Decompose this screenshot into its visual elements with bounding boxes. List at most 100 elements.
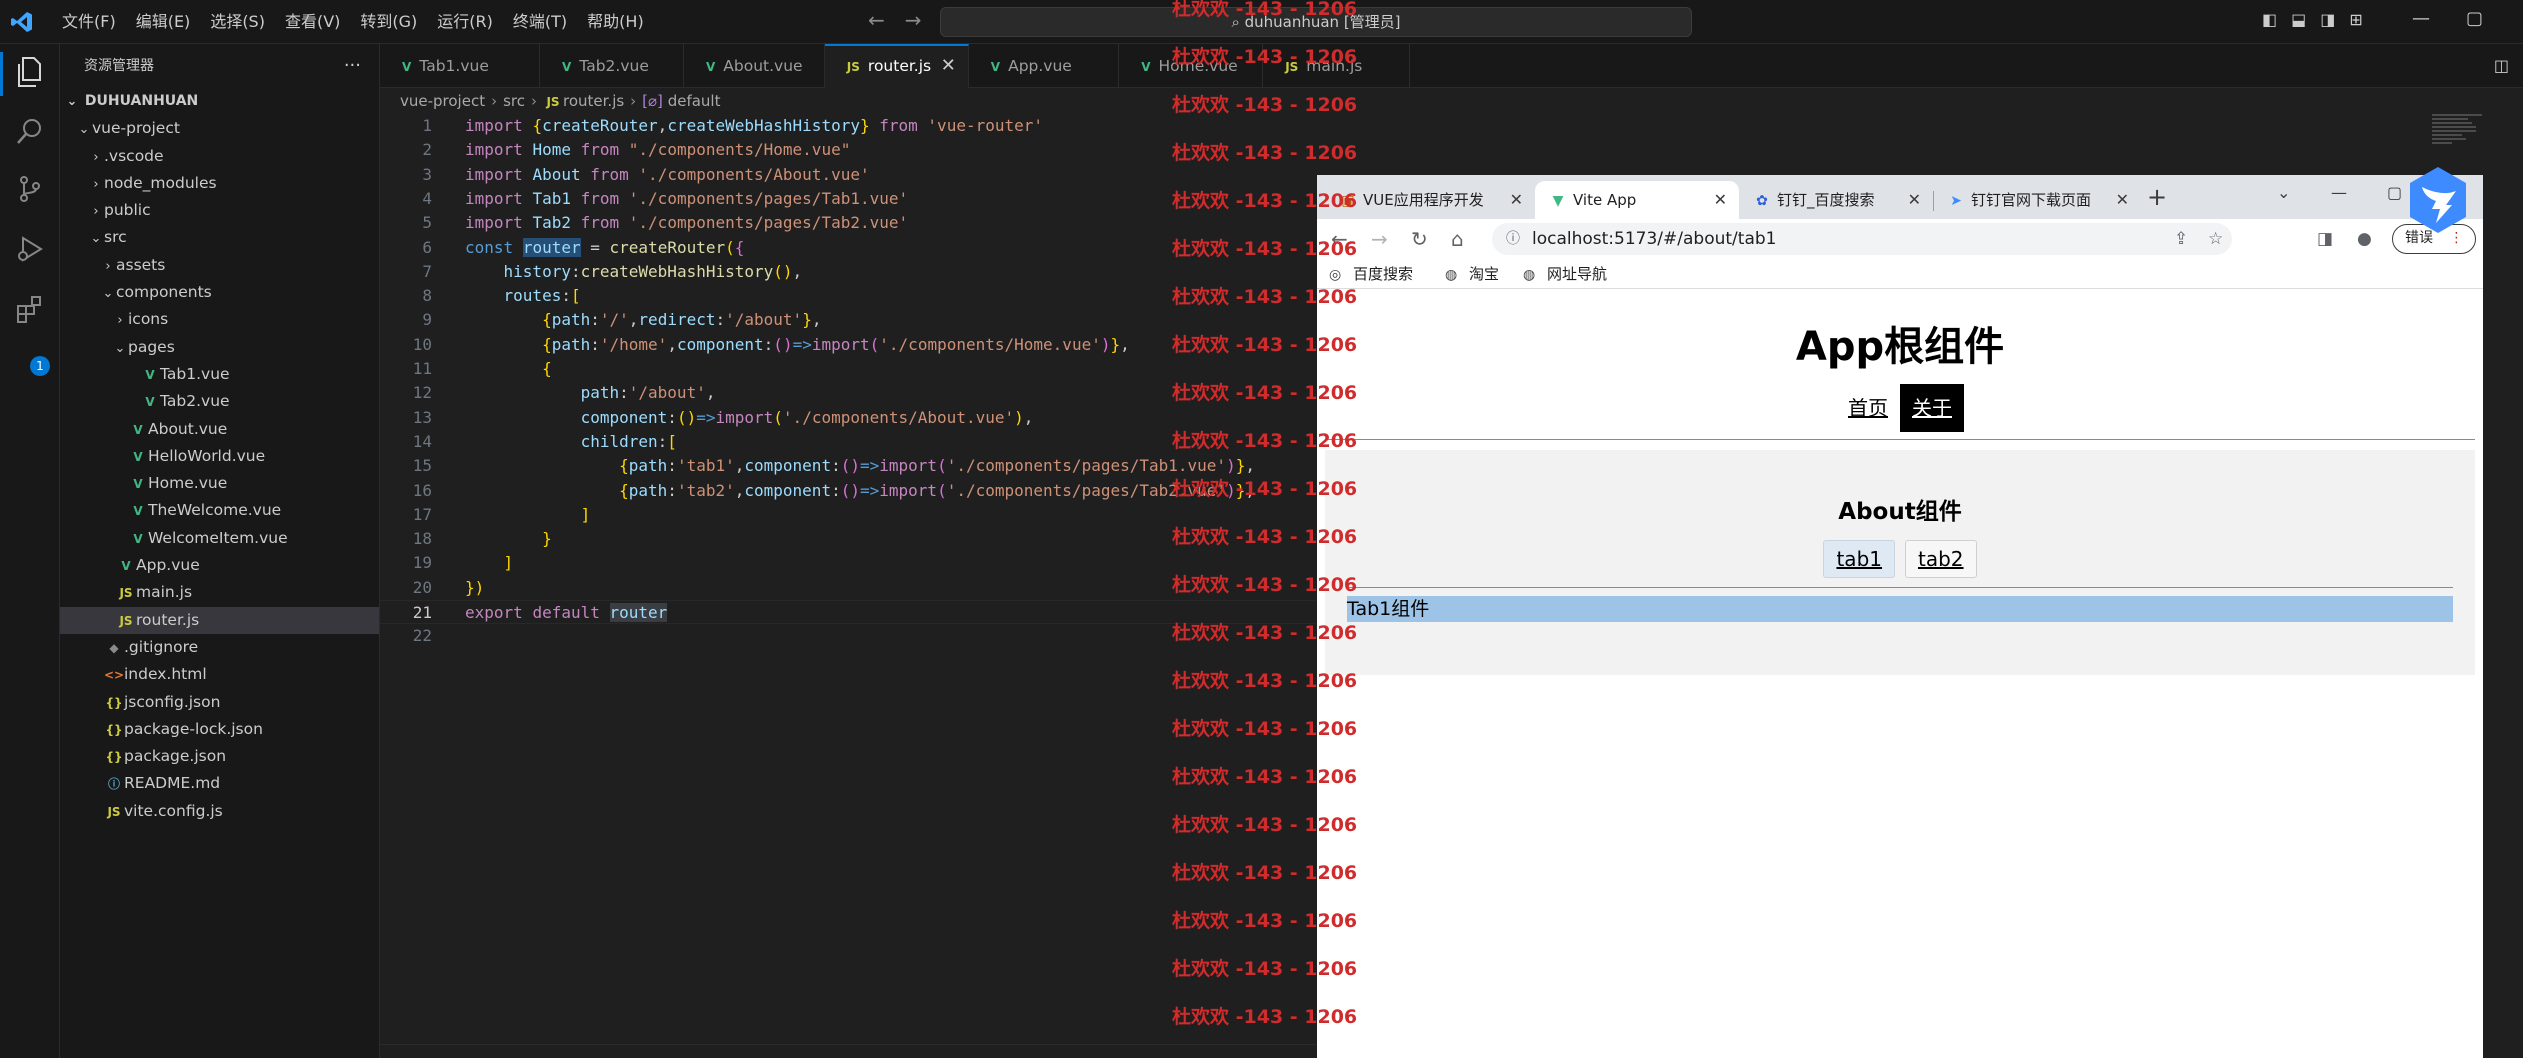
minimize-window-icon[interactable]: — [2412, 8, 2430, 29]
menu-item[interactable]: 选择(S) [200, 0, 275, 44]
share-icon[interactable]: ⇪ [2174, 223, 2188, 255]
menu-item[interactable]: 转到(G) [350, 0, 427, 44]
forward-arrow-icon[interactable]: → [905, 8, 922, 32]
browser-maximize-icon[interactable]: ▢ [2387, 183, 2402, 202]
profile-avatar-icon[interactable]: ● [2357, 229, 2372, 249]
source-control-icon[interactable] [14, 174, 46, 206]
line-number: 5 [422, 213, 432, 233]
extensions-icon[interactable] [14, 294, 46, 326]
tree-folder[interactable]: ⌄ pages [60, 334, 379, 361]
tree-file[interactable]: JS main.js [60, 579, 379, 606]
browser-tab[interactable]: ✿ 钉钉_百度搜索 ✕ [1739, 181, 1933, 219]
explorer-files-icon[interactable] [14, 56, 46, 88]
editor-tab[interactable]: V App.vue [969, 44, 1120, 88]
tree-file[interactable]: V Home.vue [60, 470, 379, 497]
run-debug-icon[interactable] [14, 234, 46, 266]
tree-file[interactable]: V Tab1.vue [60, 361, 379, 388]
editor-tab[interactable]: V Tab2.vue [540, 44, 684, 88]
maximize-window-icon[interactable]: ▢ [2466, 8, 2483, 29]
browser-tab[interactable]: ▼ Vite App ✕ [1535, 181, 1739, 219]
dingtalk-float-icon[interactable] [2406, 165, 2470, 235]
breadcrumb-item[interactable]: vue-project [400, 92, 485, 110]
reload-icon[interactable]: ↻ [1411, 227, 1428, 251]
browser-tab[interactable]: ➤ 钉钉官网下载页面 ✕ [1933, 181, 2141, 219]
side-panel-icon[interactable]: ◨ [2317, 229, 2333, 249]
code-text: {path:'/',redirect:'/about'}, [542, 310, 822, 330]
tree-file[interactable]: <>index.html [60, 661, 379, 688]
tree-file[interactable]: JS router.js [60, 606, 379, 634]
editor-tab[interactable]: V About.vue [684, 44, 825, 88]
code-line[interactable]: 7 history:createWebHashHistory(), [380, 260, 1320, 284]
more-actions-icon[interactable]: ··· [344, 44, 361, 88]
breadcrumb-item[interactable]: router.js [563, 92, 624, 110]
code-line[interactable]: 5 import Tab2 from './components/pages/Ta… [380, 211, 1320, 235]
tree-folder[interactable]: › assets [60, 252, 379, 279]
tree-folder[interactable]: › public [60, 197, 379, 224]
nav-link-about[interactable]: 关于 [1900, 384, 1964, 432]
menu-item[interactable]: 运行(R) [427, 0, 503, 44]
bookmark-item[interactable]: ◍ 淘宝 [1445, 259, 1499, 290]
tree-file[interactable]: ⓘ README.md [60, 770, 379, 797]
tree-folder[interactable]: ⌄ src [60, 224, 379, 251]
symbol-icon: [⌀] [642, 92, 668, 110]
menu-item[interactable]: 编辑(E) [126, 0, 201, 44]
nav-link-home[interactable]: 首页 [1836, 384, 1900, 432]
close-tab-icon[interactable]: ✕ [941, 46, 956, 86]
tree-file[interactable]: {}package-lock.json [60, 716, 379, 743]
sub-nav-link-tab2[interactable]: tab2 [1905, 540, 1977, 578]
tree-file[interactable]: {}jsconfig.json [60, 689, 379, 716]
tree-file[interactable]: V HelloWorld.vue [60, 443, 379, 470]
toggle-sidebar-icon[interactable]: ◧ [2262, 10, 2277, 29]
tree-file[interactable]: {}package.json [60, 743, 379, 770]
tree-file[interactable]: V TheWelcome.vue [60, 497, 379, 524]
menu-item[interactable]: 查看(V) [275, 0, 350, 44]
menu-item[interactable]: 终端(T) [503, 0, 577, 44]
customize-layout-icon[interactable]: ⊞ [2349, 10, 2362, 29]
tree-file[interactable]: V App.vue [60, 552, 379, 579]
split-editor-icon[interactable]: ◫ [2494, 56, 2509, 75]
new-tab-icon[interactable]: + [2147, 183, 2167, 211]
tree-folder[interactable]: ⌄ components [60, 279, 379, 306]
toggle-secondary-sidebar-icon[interactable]: ◨ [2320, 10, 2335, 29]
home-icon[interactable]: ⌂ [1451, 227, 1464, 251]
tree-item-label: README.md [124, 774, 221, 793]
tab-search-chevron-icon[interactable]: ⌄ [2277, 183, 2290, 202]
address-bar[interactable]: ⓘ localhost:5173/#/about/tab1 ⇪ ☆ [1492, 223, 2232, 255]
workspace-root[interactable]: ⌄ DUHUANHUAN [60, 88, 379, 115]
tree-file[interactable]: V About.vue [60, 416, 379, 443]
code-line[interactable]: 9 {path:'/',redirect:'/about'}, [380, 308, 1320, 332]
tree-file[interactable]: JS vite.config.js [60, 798, 379, 825]
toggle-panel-icon[interactable]: ⬓ [2291, 10, 2306, 29]
tree-file[interactable]: V Tab2.vue [60, 388, 379, 415]
close-tab-icon[interactable]: ✕ [1908, 181, 1921, 219]
tree-folder[interactable]: ⌄ vue-project [60, 115, 379, 142]
editor-tab[interactable]: V Tab1.vue [380, 44, 540, 88]
bookmark-star-icon[interactable]: ☆ [2208, 223, 2223, 255]
tree-folder[interactable]: › .vscode [60, 143, 379, 170]
close-tab-icon[interactable]: ✕ [1510, 181, 1523, 219]
breadcrumb-item[interactable]: default [668, 92, 721, 110]
editor-tab[interactable]: JS router.js ✕ [824, 44, 969, 88]
menu-item[interactable]: 帮助(H) [577, 0, 654, 44]
site-info-icon[interactable]: ⓘ [1506, 223, 1520, 255]
menu-item[interactable]: 文件(F) [52, 0, 126, 44]
watermark-text: 杜欢欢 -143 - 1206 [1172, 382, 1358, 404]
tree-folder[interactable]: › node_modules [60, 170, 379, 197]
bookmark-item[interactable]: ◍ 网址导航 [1523, 259, 1607, 290]
browser-forward-icon[interactable]: → [1371, 227, 1388, 251]
tree-folder[interactable]: › icons [60, 306, 379, 333]
minimap[interactable] [2432, 114, 2492, 154]
close-tab-icon[interactable]: ✕ [2116, 181, 2129, 219]
code-line[interactable]: 3 import About from './components/About.v… [380, 163, 1320, 187]
search-icon[interactable] [14, 116, 46, 148]
close-tab-icon[interactable]: ✕ [1714, 181, 1727, 219]
editor-horizontal-scrollbar[interactable] [380, 1044, 1320, 1058]
tree-file[interactable]: V WelcomeItem.vue [60, 525, 379, 552]
code-line[interactable]: 1 import {createRouter,createWebHashHisto… [380, 114, 1320, 138]
tree-file[interactable]: ◆ .gitignore [60, 634, 379, 661]
back-arrow-icon[interactable]: ← [868, 8, 885, 32]
sub-nav-link-tab1[interactable]: tab1 [1823, 540, 1895, 578]
browser-minimize-icon[interactable]: — [2331, 183, 2347, 202]
breadcrumb-item[interactable]: src [503, 92, 525, 110]
js-file-icon: JS [119, 613, 133, 628]
